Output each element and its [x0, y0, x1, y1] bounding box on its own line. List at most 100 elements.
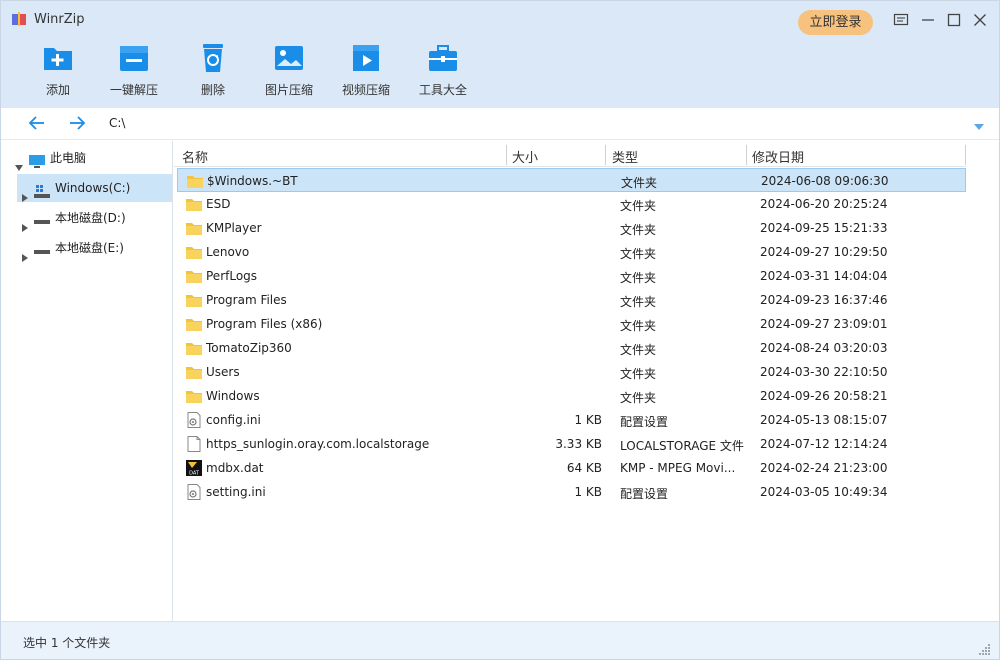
file-type: 文件夹 [620, 271, 657, 285]
file-row[interactable]: Lenovo 文件夹 2024-09-27 10:29:50 [177, 240, 966, 264]
tree-item-drive-c[interactable]: Windows(C:) [17, 174, 172, 202]
drive-icon [33, 211, 51, 225]
column-divider[interactable] [965, 145, 966, 165]
file-row[interactable]: DAT mdbx.dat 64 KB KMP - MPEG Movi... 2024-0… [177, 456, 966, 480]
file-type: 文件夹 [620, 367, 657, 381]
status-text: 选中 1 个文件夹 [23, 636, 111, 650]
file-icon [185, 436, 203, 452]
column-divider[interactable] [506, 145, 507, 165]
collapsed-triangle-icon[interactable] [21, 184, 29, 202]
tree-item-drive-e[interactable]: 本地磁盘(E:) [17, 234, 172, 262]
address-bar: C:\ [1, 108, 999, 140]
file-modified: 2024-03-30 22:10:50 [760, 365, 888, 379]
video-compress-button[interactable]: 视频压缩 [331, 41, 401, 101]
column-header-type[interactable]: 类型 [612, 147, 638, 166]
add-button[interactable]: 添加 [23, 41, 93, 101]
recycle-bin-icon [196, 43, 230, 73]
file-type: 文件夹 [620, 295, 657, 309]
file-row[interactable]: ESD 文件夹 2024-06-20 20:25:24 [177, 192, 966, 216]
feedback-icon[interactable] [892, 11, 910, 29]
folder-icon [185, 364, 203, 380]
folder-icon [185, 244, 203, 260]
file-type: 配置设置 [620, 487, 669, 501]
file-name: Program Files (x86) [206, 317, 323, 331]
path-input[interactable]: C:\ [109, 116, 125, 130]
file-name: config.ini [206, 413, 261, 427]
tree-label-drive-c: Windows(C:) [55, 181, 131, 195]
folder-icon [185, 268, 203, 284]
file-row[interactable]: Windows 文件夹 2024-09-26 20:58:21 [177, 384, 966, 408]
column-header-size[interactable]: 大小 [512, 147, 538, 166]
file-name: https_sunlogin.oray.com.localstorage [206, 437, 430, 451]
settings-file-icon [185, 412, 203, 428]
settings-file-icon [185, 484, 203, 500]
file-name: PerfLogs [206, 269, 258, 283]
top-area: WinrZip 立即登录 添加 一键解压 删除 图片压缩 视频压缩 工具大全 [1, 1, 999, 108]
column-divider[interactable] [746, 145, 747, 165]
toolbox-button[interactable]: 工具大全 [408, 41, 478, 101]
path-dropdown-icon[interactable] [973, 120, 985, 130]
file-size: 3.33 KB [555, 437, 602, 451]
file-row[interactable]: setting.ini 1 KB 配置设置 2024-03-05 10:49:34 [177, 480, 966, 504]
add-label: 添加 [45, 83, 70, 97]
file-type: 文件夹 [620, 247, 657, 261]
winrzip-logo-icon [11, 11, 27, 27]
delete-button[interactable]: 删除 [178, 41, 248, 101]
maximize-icon[interactable] [945, 11, 963, 29]
tree-label-drive-d: 本地磁盘(D:) [55, 211, 126, 225]
tree-item-drive-d[interactable]: 本地磁盘(D:) [17, 204, 172, 232]
file-modified: 2024-09-26 20:58:21 [760, 389, 888, 403]
close-icon[interactable] [971, 11, 989, 29]
folder-icon [185, 388, 203, 404]
toolbox-label: 工具大全 [418, 83, 467, 97]
file-size: 1 KB [574, 413, 602, 427]
add-folder-icon [41, 43, 75, 73]
collapsed-triangle-icon[interactable] [21, 244, 29, 262]
file-type: 文件夹 [621, 176, 658, 190]
resize-grip-icon[interactable] [977, 642, 991, 656]
file-row[interactable]: TomatoZip360 文件夹 2024-08-24 03:20:03 [177, 336, 966, 360]
file-row[interactable]: Program Files (x86) 文件夹 2024-09-27 23:09:0… [177, 312, 966, 336]
column-header-name[interactable]: 名称 [182, 147, 208, 166]
file-type: 文件夹 [620, 223, 657, 237]
file-row[interactable]: Users 文件夹 2024-03-30 22:10:50 [177, 360, 966, 384]
login-button[interactable]: 立即登录 [798, 10, 873, 35]
file-size: 64 KB [566, 461, 602, 475]
file-modified: 2024-09-23 16:37:46 [760, 293, 888, 307]
image-compress-button[interactable]: 图片压缩 [254, 41, 324, 101]
app-title: WinrZip [34, 12, 85, 27]
back-arrow-icon[interactable] [27, 114, 47, 132]
folder-icon [185, 220, 203, 236]
extract-button[interactable]: 一键解压 [99, 41, 169, 101]
file-name: Windows [206, 389, 260, 403]
minimize-icon[interactable] [919, 11, 937, 29]
column-header-modified[interactable]: 修改日期 [752, 147, 804, 166]
collapsed-triangle-icon[interactable] [21, 214, 29, 232]
file-name: ESD [206, 197, 231, 211]
file-size: 1 KB [574, 485, 602, 499]
forward-arrow-icon[interactable] [67, 114, 87, 132]
file-row[interactable]: $Windows.~BT 文件夹 2024-06-08 09:06:30 [177, 168, 966, 192]
file-row[interactable]: PerfLogs 文件夹 2024-03-31 14:04:04 [177, 264, 966, 288]
file-name: Lenovo [206, 245, 250, 259]
tree-label-drive-e: 本地磁盘(E:) [55, 241, 124, 255]
tree-item-this-pc[interactable]: 此电脑 [1, 144, 172, 172]
file-name: setting.ini [206, 485, 266, 499]
file-name: mdbx.dat [206, 461, 264, 475]
expanded-triangle-icon[interactable] [15, 154, 23, 171]
file-modified: 2024-09-27 10:29:50 [760, 245, 888, 259]
file-name: Program Files [206, 293, 287, 307]
file-row[interactable]: config.ini 1 KB 配置设置 2024-05-13 08:15:07 [177, 408, 966, 432]
file-row[interactable]: https_sunlogin.oray.com.localstorage 3.33… [177, 432, 966, 456]
delete-label: 删除 [200, 83, 225, 97]
folder-icon [185, 196, 203, 212]
extract-icon [117, 43, 151, 73]
file-modified: 2024-02-24 21:23:00 [760, 461, 888, 475]
file-row[interactable]: Program Files 文件夹 2024-09-23 16:37:46 [177, 288, 966, 312]
file-modified: 2024-09-25 15:21:33 [760, 221, 888, 235]
file-modified: 2024-08-24 03:20:03 [760, 341, 888, 355]
title-bar: WinrZip 立即登录 [1, 1, 999, 39]
column-divider[interactable] [605, 145, 606, 165]
file-row[interactable]: KMPlayer 文件夹 2024-09-25 15:21:33 [177, 216, 966, 240]
drive-icon [33, 241, 51, 255]
